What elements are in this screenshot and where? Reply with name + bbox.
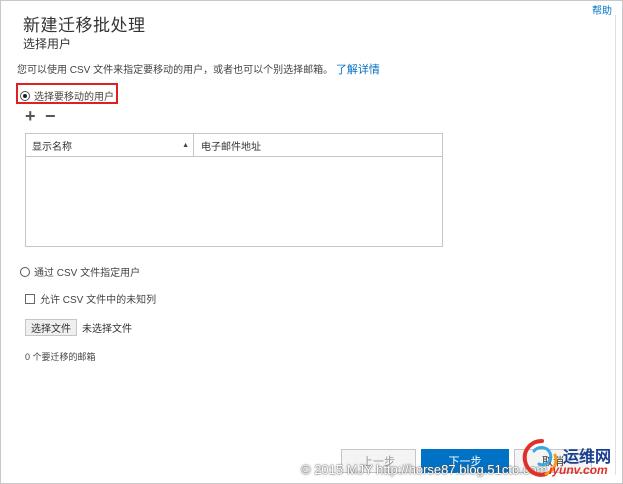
- table-header: 显示名称 ▲ 电子邮件地址: [26, 134, 442, 157]
- page-title: 新建迁移批处理: [23, 16, 146, 35]
- column-email[interactable]: 电子邮件地址: [194, 134, 442, 156]
- csv-option[interactable]: 通过 CSV 文件指定用户: [20, 264, 140, 279]
- add-user-button[interactable]: +: [25, 107, 36, 125]
- help-link[interactable]: 帮助: [592, 2, 612, 17]
- select-users-radio[interactable]: [20, 90, 30, 101]
- next-button[interactable]: 下一步: [421, 449, 509, 473]
- description-body: 您可以使用 CSV 文件来指定要移动的用户，或者也可以个别选择邮箱。: [17, 65, 334, 76]
- column-email-label: 电子邮件地址: [201, 141, 261, 153]
- remove-user-button[interactable]: −: [45, 107, 56, 125]
- sort-ascending-icon: ▲: [182, 141, 189, 149]
- choose-file-button[interactable]: 选择文件: [25, 319, 77, 336]
- learn-more-link[interactable]: 了解详情: [336, 64, 380, 76]
- select-users-label: 选择要移动的用户: [34, 92, 114, 103]
- mailbox-count: 0 个要迁移的邮箱: [25, 352, 96, 362]
- file-picker: 选择文件 未选择文件: [25, 319, 132, 336]
- column-display-name[interactable]: 显示名称 ▲: [26, 134, 194, 156]
- scrollbar[interactable]: [615, 15, 616, 475]
- allow-unknown-columns-checkbox[interactable]: [25, 293, 35, 304]
- description-text: 您可以使用 CSV 文件来指定要移动的用户，或者也可以个别选择邮箱。 了解详情: [17, 61, 380, 77]
- select-users-option[interactable]: 选择要移动的用户: [20, 88, 114, 103]
- column-display-name-label: 显示名称: [32, 141, 72, 153]
- allow-unknown-columns-label: 允许 CSV 文件中的未知列: [40, 295, 157, 306]
- users-table: 显示名称 ▲ 电子邮件地址: [25, 133, 443, 247]
- allow-unknown-columns-option[interactable]: 允许 CSV 文件中的未知列: [25, 291, 156, 306]
- back-button[interactable]: 上一步: [341, 449, 416, 473]
- file-status: 未选择文件: [82, 324, 132, 335]
- page-subtitle: 选择用户: [23, 37, 72, 51]
- dialog-window: 帮助 新建迁移批处理 选择用户 您可以使用 CSV 文件来指定要移动的用户，或者…: [0, 0, 623, 484]
- cancel-button[interactable]: 取消: [514, 449, 592, 473]
- csv-label: 通过 CSV 文件指定用户: [34, 268, 141, 279]
- csv-radio[interactable]: [20, 266, 30, 277]
